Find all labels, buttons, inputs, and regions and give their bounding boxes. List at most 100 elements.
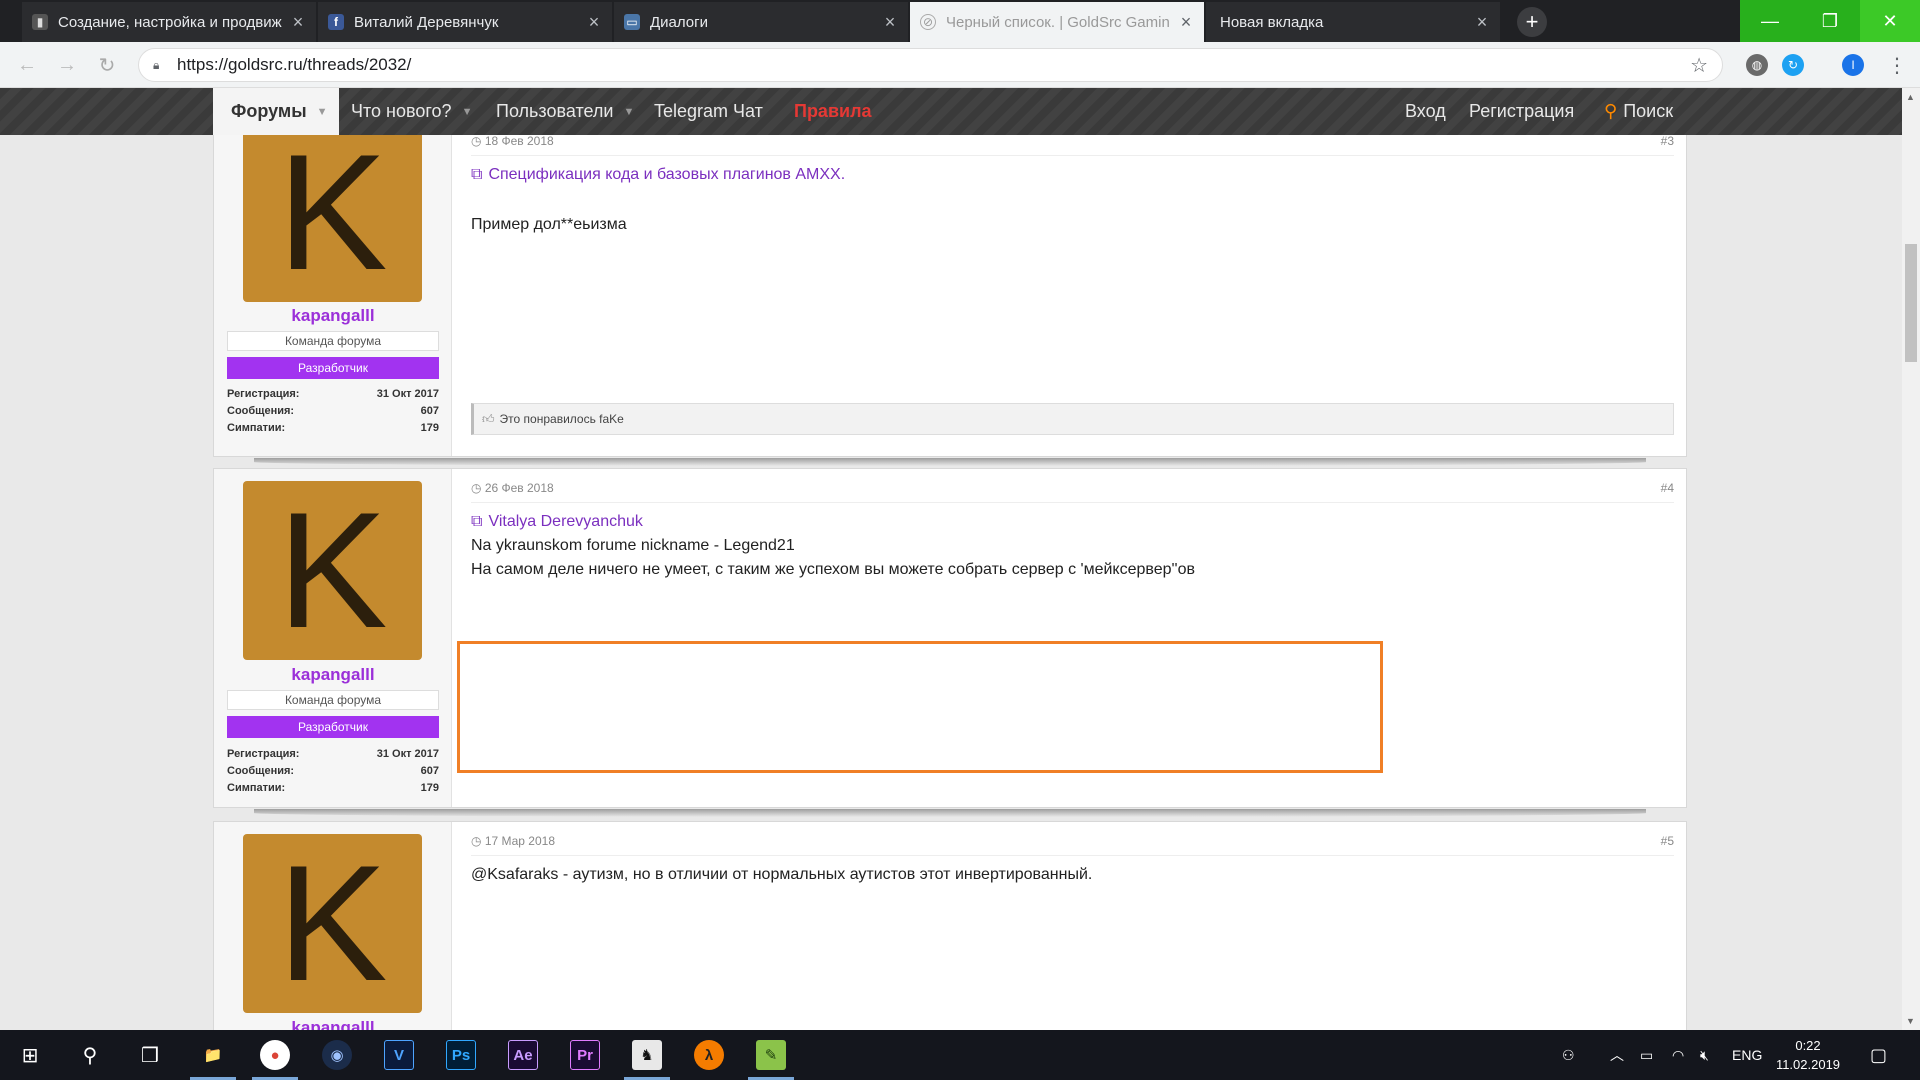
nav-forums[interactable]: Форумы ▼ — [213, 88, 340, 135]
half-life-icon[interactable]: λ — [694, 1040, 724, 1070]
app-glyph: V — [393, 1046, 404, 1064]
page-scrollbar[interactable]: ▲ ▼ — [1902, 88, 1920, 1030]
system-clock[interactable]: 0:22 11.02.2019 — [1768, 1036, 1848, 1074]
maximize-button[interactable]: ❐ — [1800, 0, 1860, 42]
scroll-down-arrow-icon[interactable]: ▼ — [1906, 1016, 1915, 1026]
thumbs-up-icon: 👍︎ — [482, 411, 495, 426]
username[interactable]: kapangalll — [214, 306, 452, 326]
nav-telegram[interactable]: Telegram Чат — [654, 88, 763, 135]
browser-tab-1[interactable]: ▮ Создание, настройка и продвиж × — [22, 2, 316, 42]
browser-menu-icon[interactable]: ⋮ — [1884, 52, 1910, 78]
search-icon[interactable]: ⚲ — [60, 1030, 120, 1080]
premiere-icon[interactable]: Pr — [570, 1040, 600, 1070]
browser-tab-2[interactable]: f Виталий Деревянчук × — [318, 2, 612, 42]
post-meta: ◷ 18 Фев 2018 #3 — [471, 135, 1674, 156]
nav-login[interactable]: Вход — [1405, 88, 1446, 135]
nav-register-label: Регистрация — [1469, 101, 1575, 121]
photoshop-icon[interactable]: Ps — [446, 1040, 476, 1070]
close-tab-icon[interactable]: × — [1474, 12, 1490, 33]
minimize-button[interactable]: — — [1740, 0, 1800, 42]
after-effects-icon[interactable]: Ae — [508, 1040, 538, 1070]
nav-register[interactable]: Регистрация — [1469, 88, 1574, 135]
user-stat-registration: Регистрация: 31 Окт 2017 — [227, 388, 439, 400]
counter-strike-icon[interactable]: ♞ — [632, 1040, 662, 1070]
post-link[interactable]: ⧉ Vitalya Derevyanchuk — [471, 513, 643, 531]
post-shadow — [254, 809, 1646, 817]
language-text: ENG — [1732, 1047, 1763, 1063]
bookmark-star-icon[interactable]: ☆ — [1690, 53, 1708, 78]
close-tab-icon[interactable]: × — [882, 12, 898, 33]
app-glyph: ◉ — [330, 1047, 344, 1064]
chrome-icon[interactable]: ● — [260, 1040, 290, 1070]
user-stat-messages: Сообщения: 607 — [227, 405, 439, 417]
nav-rules[interactable]: Правила — [794, 88, 872, 135]
language-indicator[interactable]: ENG — [1732, 1030, 1762, 1080]
avatar[interactable]: K — [243, 481, 422, 660]
nav-whats-new[interactable]: Что нового? ▼ — [351, 88, 472, 135]
people-icon[interactable]: ⚇ — [1562, 1030, 1575, 1080]
avatar[interactable]: K — [243, 135, 422, 302]
likes-text[interactable]: Это понравилось faKe — [500, 412, 624, 426]
external-link-icon: ⧉ — [471, 513, 483, 530]
post-number[interactable]: #4 — [1661, 481, 1674, 495]
extension-sync-icon[interactable]: ↻ — [1782, 54, 1804, 76]
battery-icon[interactable]: ▭ — [1640, 1030, 1653, 1080]
nav-search[interactable]: ⚲ Поиск — [1604, 88, 1673, 135]
user-banner: Разработчик — [227, 357, 439, 379]
notepad-icon[interactable]: ✎ — [756, 1040, 786, 1070]
nav-search-label: Поиск — [1623, 101, 1674, 121]
browser-tab-4-active[interactable]: ⊘ Черный список. | GoldSrc Gamin × — [910, 2, 1204, 42]
post-text-line: @Ksafaraks - аутизм, но в отличии от нор… — [471, 866, 1093, 883]
tray-chevron-up-icon[interactable]: ︿ — [1610, 1030, 1624, 1080]
avatar[interactable]: K — [243, 834, 422, 1013]
scroll-up-arrow-icon[interactable]: ▲ — [1906, 92, 1915, 102]
close-tab-icon[interactable]: × — [586, 12, 602, 33]
clock-icon: ◷ — [471, 481, 485, 495]
browser-tab-3[interactable]: ▭ Диалоги × — [614, 2, 908, 42]
user-pane: K kapangalll Команда форума Разработчик … — [214, 135, 452, 456]
extension-globe-icon[interactable]: ◍ — [1746, 54, 1768, 76]
chevron-down-icon[interactable]: ▼ — [317, 106, 328, 118]
nav-users[interactable]: Пользователи ▼ — [496, 88, 634, 135]
post-date-text: 26 Фев 2018 — [484, 481, 554, 495]
external-link-icon: ⧉ — [471, 166, 483, 183]
profile-avatar[interactable]: I — [1842, 54, 1864, 76]
post-meta: ◷ 26 Фев 2018 #4 — [471, 481, 1674, 503]
username[interactable]: kapangalll — [214, 1018, 452, 1030]
post-link-text: Vitalya Derevyanchuk — [488, 513, 643, 530]
forward-icon[interactable]: → — [54, 52, 80, 78]
windows-start-icon[interactable]: ⊞ — [0, 1030, 60, 1080]
facebook-icon: f — [328, 14, 344, 30]
file-explorer-icon[interactable]: 📁 — [198, 1040, 228, 1070]
task-view-icon[interactable]: ❒ — [120, 1030, 180, 1080]
notifications-icon[interactable]: ▢ — [1870, 1030, 1887, 1080]
stat-value: 31 Окт 2017 — [376, 748, 439, 760]
back-icon[interactable]: ← — [14, 52, 40, 78]
browser-tab-5[interactable]: Новая вкладка × — [1206, 2, 1500, 42]
stat-value: 31 Окт 2017 — [376, 388, 439, 400]
wifi-icon[interactable]: ◠ — [1672, 1030, 1684, 1080]
post-number[interactable]: #3 — [1661, 135, 1674, 148]
stat-value: 607 — [420, 765, 439, 777]
app-glyph: 📁 — [203, 1047, 223, 1064]
new-tab-button[interactable]: + — [1517, 7, 1547, 37]
post-date[interactable]: ◷ 17 Мар 2018 — [471, 834, 555, 848]
url-text[interactable]: https://goldsrc.ru/threads/2032/ — [177, 55, 1690, 75]
username[interactable]: kapangalll — [214, 665, 452, 685]
close-tab-icon[interactable]: × — [290, 12, 306, 33]
volume-muted-icon[interactable]: 🔇︎ — [1700, 1030, 1709, 1080]
close-window-button[interactable]: ✕ — [1860, 0, 1920, 42]
nav-telegram-label: Telegram Чат — [654, 101, 763, 121]
address-bar[interactable]: 🔒︎ https://goldsrc.ru/threads/2032/ ☆ — [138, 48, 1723, 82]
scrollbar-thumb[interactable] — [1905, 244, 1917, 362]
clock-icon: ◷ — [471, 834, 485, 848]
cinema4d-icon[interactable]: ◉ — [322, 1040, 352, 1070]
reload-icon[interactable]: ↻ — [94, 52, 120, 78]
chat-bubble-icon: ▭ — [624, 14, 640, 30]
post-link[interactable]: ⧉ Спецификация кода и базовых плагинов AM… — [471, 166, 845, 184]
post-date[interactable]: ◷ 26 Фев 2018 — [471, 481, 554, 495]
post-date[interactable]: ◷ 18 Фев 2018 — [471, 135, 554, 148]
close-tab-icon[interactable]: × — [1178, 12, 1194, 33]
vegas-icon[interactable]: V — [384, 1040, 414, 1070]
post-number[interactable]: #5 — [1661, 834, 1674, 848]
